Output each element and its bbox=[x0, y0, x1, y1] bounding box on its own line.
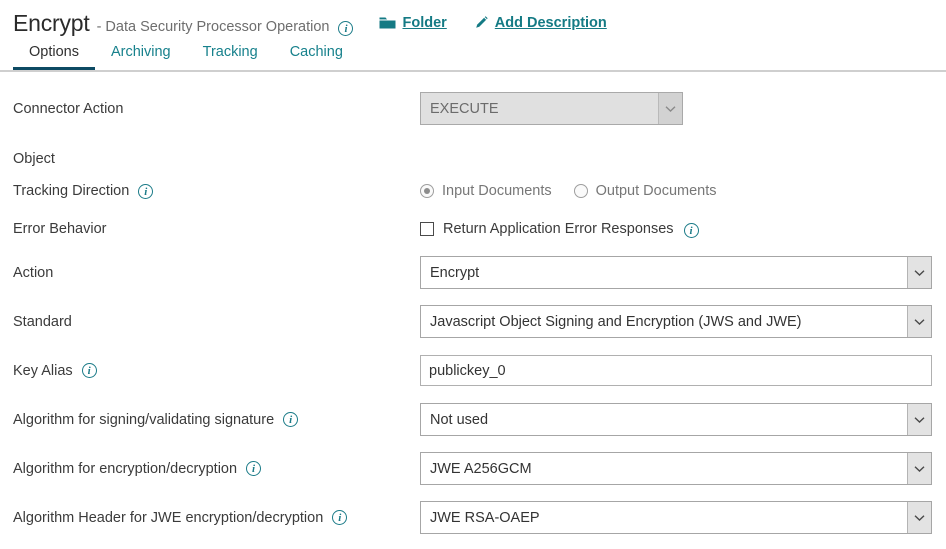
add-description-label: Add Description bbox=[494, 14, 607, 31]
folder-link[interactable]: Folder bbox=[379, 15, 447, 31]
row-connector-action: Connector Action EXECUTE bbox=[0, 84, 946, 133]
info-icon[interactable]: i bbox=[246, 461, 262, 476]
tab-bar: Options Archiving Tracking Caching bbox=[0, 38, 946, 72]
chevron-down-icon[interactable] bbox=[907, 306, 931, 337]
algorithm-encryption-label: Algorithm for encryption/decryption i bbox=[13, 461, 420, 477]
action-label: Action bbox=[13, 264, 54, 281]
tab-options[interactable]: Options bbox=[13, 38, 95, 70]
algorithm-encryption-select[interactable]: JWE A256GCM bbox=[420, 452, 932, 485]
row-algorithm-header-jwe: Algorithm Header for JWE encryption/decr… bbox=[0, 493, 946, 542]
connector-action-select: EXECUTE bbox=[420, 92, 683, 125]
page-header: Encrypt - Data Security Processor Operat… bbox=[0, 0, 946, 38]
add-description-link[interactable]: Add Description bbox=[473, 15, 607, 31]
algorithm-header-jwe-select[interactable]: JWE RSA-OAEP bbox=[420, 501, 932, 534]
chevron-down-icon bbox=[658, 93, 682, 124]
row-action: Action Encrypt bbox=[0, 248, 946, 297]
radio-dot-icon bbox=[573, 184, 588, 198]
tracking-direction-radio-group: Input Documents Output Documents bbox=[420, 183, 739, 199]
info-icon[interactable]: i bbox=[138, 183, 154, 199]
info-icon[interactable]: i bbox=[283, 412, 299, 427]
standard-label: Standard bbox=[13, 313, 72, 330]
connector-action-value: EXECUTE bbox=[430, 100, 499, 117]
info-icon[interactable]: i bbox=[81, 363, 97, 378]
radio-input-documents[interactable]: Input Documents bbox=[420, 183, 552, 199]
row-key-alias: Key Alias i bbox=[0, 346, 946, 395]
algorithm-encryption-value: JWE A256GCM bbox=[430, 460, 532, 477]
algorithm-signing-value: Not used bbox=[430, 411, 489, 428]
radio-dot-icon bbox=[420, 184, 434, 198]
page-subtitle: - Data Security Processor Operation bbox=[96, 19, 330, 35]
pencil-icon bbox=[473, 15, 489, 30]
algorithm-signing-select[interactable]: Not used bbox=[420, 403, 932, 436]
info-icon[interactable]: i bbox=[332, 510, 348, 525]
tab-tracking[interactable]: Tracking bbox=[187, 38, 274, 68]
key-alias-input[interactable] bbox=[420, 355, 932, 386]
error-behavior-label: Error Behavior bbox=[13, 221, 107, 237]
algorithm-header-jwe-value: JWE RSA-OAEP bbox=[430, 509, 540, 526]
object-label: Object bbox=[13, 151, 55, 167]
folder-link-label: Folder bbox=[402, 15, 447, 31]
options-form: Connector Action EXECUTE Object Tracking… bbox=[0, 72, 946, 542]
radio-input-documents-label: Input Documents bbox=[442, 183, 552, 199]
row-object: Object bbox=[0, 146, 946, 172]
algorithm-signing-label: Algorithm for signing/validating signatu… bbox=[13, 412, 420, 428]
folder-icon bbox=[379, 16, 396, 30]
chevron-down-icon[interactable] bbox=[907, 404, 931, 435]
chevron-down-icon[interactable] bbox=[907, 453, 931, 484]
action-value: Encrypt bbox=[430, 264, 480, 281]
connector-action-label: Connector Action bbox=[13, 100, 124, 117]
tab-caching[interactable]: Caching bbox=[274, 38, 359, 68]
info-icon[interactable]: i bbox=[683, 222, 699, 238]
chevron-down-icon[interactable] bbox=[907, 502, 931, 533]
tracking-direction-label: Tracking Direction i bbox=[13, 183, 420, 199]
row-tracking-direction: Tracking Direction i Input Documents Out… bbox=[0, 172, 946, 210]
row-standard: Standard Javascript Object Signing and E… bbox=[0, 297, 946, 346]
row-error-behavior: Error Behavior Return Application Error … bbox=[0, 210, 946, 248]
chevron-down-icon[interactable] bbox=[907, 257, 931, 288]
radio-output-documents-label: Output Documents bbox=[595, 183, 717, 199]
row-algorithm-encryption: Algorithm for encryption/decryption i JW… bbox=[0, 444, 946, 493]
algorithm-header-jwe-label: Algorithm Header for JWE encryption/decr… bbox=[13, 510, 420, 526]
info-icon[interactable]: i bbox=[338, 21, 354, 36]
key-alias-label: Key Alias i bbox=[13, 363, 420, 379]
radio-output-documents[interactable]: Output Documents bbox=[573, 183, 717, 199]
tab-archiving[interactable]: Archiving bbox=[95, 38, 187, 68]
return-application-error-responses-checkbox-wrap[interactable]: Return Application Error Responses i bbox=[420, 221, 699, 238]
standard-select[interactable]: Javascript Object Signing and Encryption… bbox=[420, 305, 932, 338]
return-application-error-responses-label: Return Application Error Responses bbox=[443, 221, 674, 237]
checkbox-icon[interactable] bbox=[420, 222, 434, 236]
standard-value: Javascript Object Signing and Encryption… bbox=[430, 313, 802, 330]
page-title: Encrypt bbox=[13, 10, 90, 36]
action-select[interactable]: Encrypt bbox=[420, 256, 932, 289]
row-algorithm-signing: Algorithm for signing/validating signatu… bbox=[0, 395, 946, 444]
